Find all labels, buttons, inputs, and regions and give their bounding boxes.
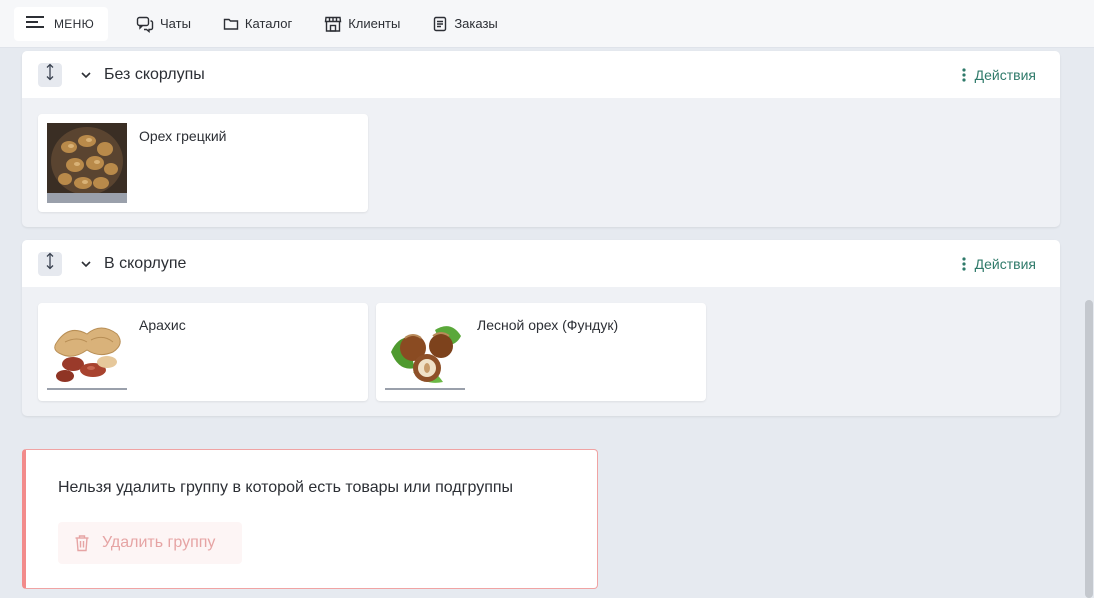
document-icon bbox=[432, 16, 448, 32]
nav-catalog-label: Каталог bbox=[244, 16, 293, 31]
group-header: В скорлупе Действия bbox=[22, 240, 1060, 287]
chevron-down-icon[interactable] bbox=[80, 71, 92, 79]
product-list: Орех грецкий bbox=[22, 98, 1060, 227]
hamburger-icon bbox=[26, 16, 44, 31]
nav-catalog[interactable]: Каталог bbox=[223, 16, 292, 32]
product-name: Арахис bbox=[139, 317, 186, 333]
nav-clients[interactable]: Клиенты bbox=[324, 15, 400, 33]
nav-orders-label: Заказы bbox=[454, 16, 498, 31]
nav-chats[interactable]: Чаты bbox=[136, 15, 191, 33]
delete-group-button[interactable]: Удалить группу bbox=[58, 522, 242, 564]
delete-group-label: Удалить группу bbox=[102, 534, 216, 551]
folder-icon bbox=[223, 16, 239, 32]
group-header: Без скорлупы Действия bbox=[22, 51, 1060, 98]
product-card[interactable]: Лесной орех (Фундук) bbox=[376, 303, 706, 401]
group-title: Без скорлупы bbox=[104, 65, 205, 83]
kebab-menu-icon bbox=[962, 67, 966, 82]
group-panel-shelled: Без скорлупы Действия Орех грецкий bbox=[22, 51, 1060, 227]
menu-label: МЕНЮ bbox=[54, 16, 94, 31]
chevron-down-icon[interactable] bbox=[80, 260, 92, 268]
scrollbar-thumb[interactable] bbox=[1085, 300, 1093, 598]
menu-button[interactable]: МЕНЮ bbox=[14, 6, 108, 41]
group-title: В скорлупе bbox=[104, 254, 187, 272]
product-name: Лесной орех (Фундук) bbox=[477, 317, 619, 333]
peanut-photo bbox=[47, 312, 127, 392]
group-panel-in-shell: В скорлупе Действия Арахис Лесной орех (… bbox=[22, 240, 1060, 416]
trash-icon bbox=[74, 534, 90, 552]
product-card[interactable]: Арахис bbox=[38, 303, 368, 401]
nav-orders[interactable]: Заказы bbox=[432, 16, 498, 32]
nav-clients-label: Клиенты bbox=[348, 16, 401, 31]
nav-chats-label: Чаты bbox=[160, 16, 191, 31]
actions-button[interactable]: Действия bbox=[962, 240, 1036, 287]
chat-icon bbox=[136, 15, 154, 33]
delete-warning-panel: Нельзя удалить группу в которой есть тов… bbox=[22, 449, 598, 589]
kebab-menu-icon bbox=[962, 256, 966, 271]
vertical-arrows-icon bbox=[45, 63, 55, 86]
product-list: Арахис Лесной орех (Фундук) bbox=[22, 287, 1060, 416]
store-icon bbox=[324, 15, 342, 33]
actions-label: Действия bbox=[974, 255, 1036, 272]
walnut-photo bbox=[47, 123, 127, 203]
product-name: Орех грецкий bbox=[139, 128, 227, 144]
top-bar: МЕНЮ Чаты Каталог Клиенты Заказы bbox=[0, 0, 1094, 48]
product-card[interactable]: Орех грецкий bbox=[38, 114, 368, 212]
vertical-arrows-icon bbox=[45, 252, 55, 275]
drag-handle[interactable] bbox=[38, 62, 62, 87]
warning-message: Нельзя удалить группу в которой есть тов… bbox=[58, 479, 514, 496]
actions-button[interactable]: Действия bbox=[962, 51, 1036, 98]
drag-handle[interactable] bbox=[38, 251, 62, 276]
hazelnut-photo bbox=[385, 312, 465, 392]
actions-label: Действия bbox=[974, 66, 1036, 83]
